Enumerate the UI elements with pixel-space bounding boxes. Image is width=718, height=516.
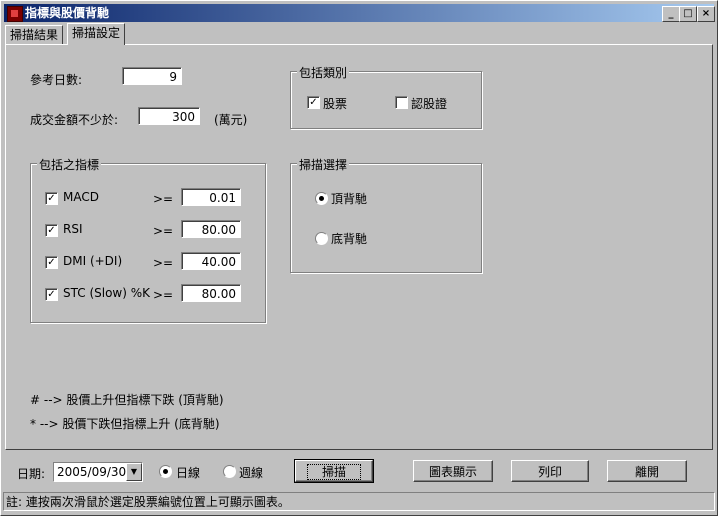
close-button[interactable]: ×: [697, 6, 715, 22]
rsi-label: RSI: [63, 222, 83, 236]
note-bottom-divergence: * --> 股價下跌但指標上升 (底背馳): [30, 417, 220, 431]
dmi-label: DMI (+DI): [63, 254, 123, 268]
daily-radio[interactable]: [159, 465, 172, 478]
print-button[interactable]: 列印: [511, 460, 589, 482]
minimize-icon: _: [668, 8, 674, 19]
amount-input[interactable]: 300: [138, 107, 200, 125]
close-icon: ×: [701, 8, 711, 19]
checkmark-icon: ✓: [47, 289, 56, 300]
top-divergence-label: 頂背馳: [331, 192, 368, 206]
dmi-threshold-input[interactable]: 40.00: [181, 252, 241, 270]
scan-choice-group-title: 掃描選擇: [297, 156, 350, 173]
macd-operator: >=: [153, 192, 174, 206]
amount-label: 成交金額不少於:: [30, 113, 119, 127]
rsi-threshold-input[interactable]: 80.00: [181, 220, 241, 238]
days-label: 參考日數:: [30, 73, 83, 87]
dmi-checkbox[interactable]: ✓: [45, 256, 58, 269]
scan-choice-group: 掃描選擇 頂背馳 底背馳: [290, 156, 482, 273]
main-window: 指標與股價背馳 _ □ × 掃描結果 掃描設定 參考日數: 9 成交金額不少於:…: [0, 0, 718, 516]
bottom-divergence-label: 底背馳: [331, 232, 368, 246]
tab-scan-results[interactable]: 掃描結果: [5, 25, 64, 44]
macd-label: MACD: [63, 190, 99, 204]
date-label: 日期:: [17, 467, 46, 481]
title-bar[interactable]: 指標與股價背馳 _ □ ×: [4, 4, 715, 22]
checkmark-icon: ✓: [47, 193, 56, 204]
note-top-divergence: # --> 股價上升但指標下跌 (頂背馳): [30, 393, 224, 407]
stc-threshold-input[interactable]: 80.00: [181, 284, 241, 302]
checkmark-icon: ✓: [309, 97, 318, 108]
checkmark-icon: ✓: [47, 225, 56, 236]
date-select[interactable]: 2005/09/30 ▼: [53, 462, 143, 482]
macd-threshold-input[interactable]: 0.01: [181, 188, 241, 206]
days-input[interactable]: 9: [122, 67, 182, 85]
stc-checkbox[interactable]: ✓: [45, 288, 58, 301]
chart-display-button[interactable]: 圖表顯示: [413, 460, 493, 482]
indicators-group: 包括之指標 ✓ MACD >= 0.01 ✓ RSI >= 80.00 ✓ DM…: [30, 156, 266, 323]
dmi-operator: >=: [153, 256, 174, 270]
daily-label: 日線: [176, 466, 201, 480]
status-bar: 註: 連按兩次滑鼠於選定股票編號位置上可顯示圖表。: [3, 492, 715, 511]
tab-scan-settings[interactable]: 掃描設定: [67, 23, 126, 45]
rsi-checkbox[interactable]: ✓: [45, 224, 58, 237]
app-icon: [7, 6, 23, 22]
stc-label: STC (Slow) %K: [63, 286, 150, 300]
chevron-down-icon: ▼: [130, 467, 138, 476]
exit-button[interactable]: 離開: [607, 460, 687, 482]
categories-group-title: 包括類別: [297, 64, 350, 81]
indicators-group-title: 包括之指標: [37, 156, 102, 173]
maximize-icon: □: [683, 8, 693, 19]
window-title: 指標與股價背馳: [25, 6, 110, 20]
stocks-label: 股票: [323, 97, 348, 111]
scan-button[interactable]: 掃描: [294, 459, 374, 483]
minimize-button[interactable]: _: [662, 6, 680, 22]
top-divergence-radio[interactable]: [315, 192, 328, 205]
bottom-toolbar: 日期: 2005/09/30 ▼ 日線 週線 掃描 圖表顯示 列印 離開: [5, 451, 713, 489]
date-dropdown-button[interactable]: ▼: [126, 463, 142, 481]
stc-operator: >=: [153, 288, 174, 302]
rsi-operator: >=: [153, 224, 174, 238]
macd-checkbox[interactable]: ✓: [45, 192, 58, 205]
warrants-label: 認股證: [411, 97, 448, 111]
categories-group: 包括類別 ✓ 股票 認股證: [290, 64, 482, 129]
weekly-radio[interactable]: [223, 465, 236, 478]
stocks-checkbox[interactable]: ✓: [307, 96, 320, 109]
settings-panel: 參考日數: 9 成交金額不少於: 300 (萬元) 包括之指標 ✓ MACD >…: [5, 44, 713, 450]
amount-unit: (萬元): [214, 113, 248, 127]
weekly-label: 週線: [239, 466, 264, 480]
warrants-checkbox[interactable]: [395, 96, 408, 109]
date-value: 2005/09/30: [57, 465, 127, 479]
bottom-divergence-radio[interactable]: [315, 232, 328, 245]
maximize-button[interactable]: □: [679, 6, 697, 22]
checkmark-icon: ✓: [47, 257, 56, 268]
